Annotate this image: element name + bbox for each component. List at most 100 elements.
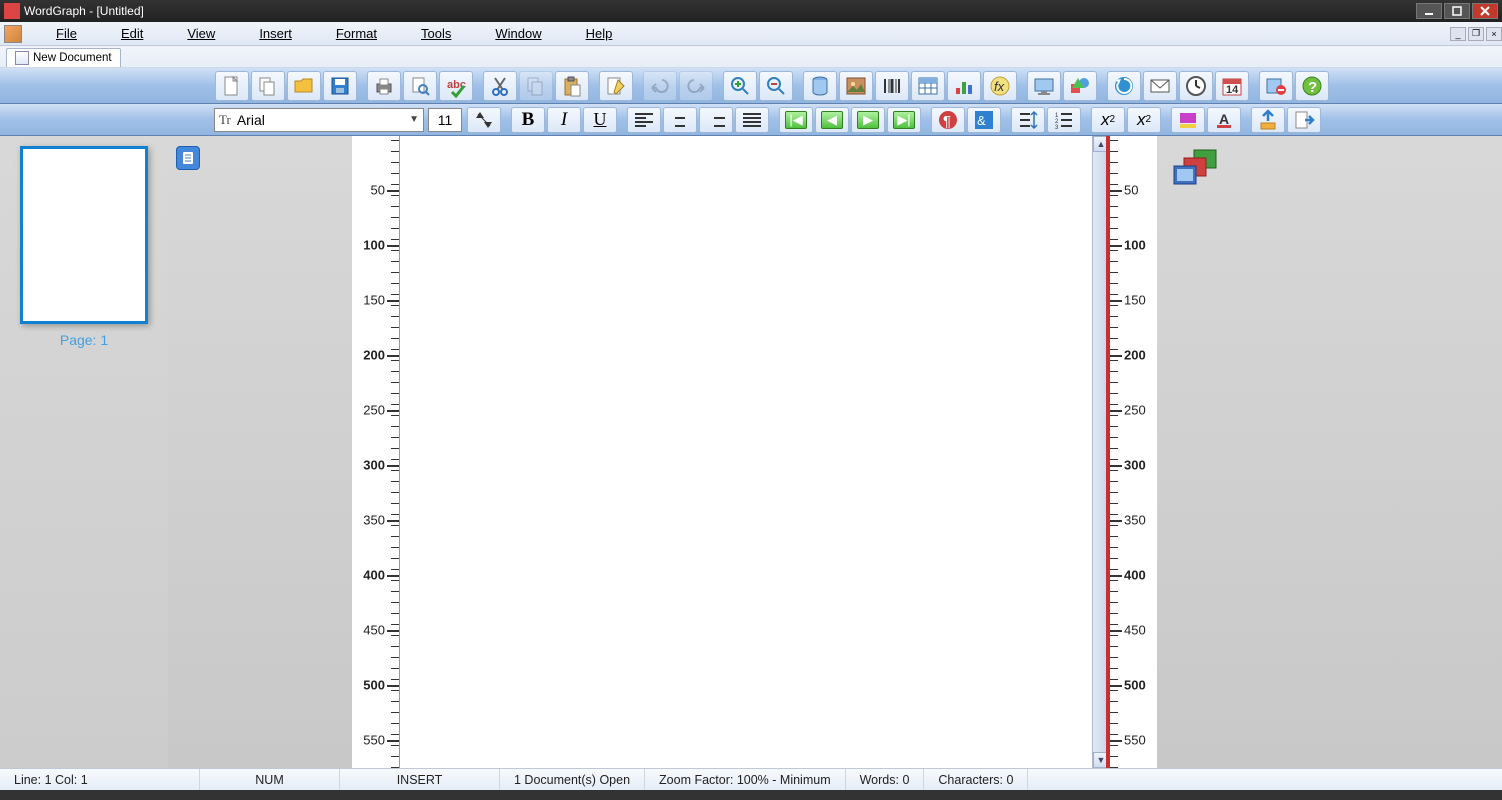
minimize-button[interactable]	[1416, 3, 1442, 19]
export-button[interactable]	[1287, 107, 1321, 133]
shapes-button[interactable]	[1063, 71, 1097, 101]
menu-window[interactable]: Window	[481, 23, 571, 44]
move-next-button[interactable]: ▶	[851, 107, 885, 133]
mdi-minimize-button[interactable]: _	[1450, 27, 1466, 41]
paste-button[interactable]	[555, 71, 589, 101]
undo-button[interactable]	[643, 71, 677, 101]
move-prev-button[interactable]: ◀	[815, 107, 849, 133]
ruler-label: 550	[363, 733, 385, 748]
document-tab-bar: New Document	[0, 46, 1502, 68]
app-icon	[4, 3, 20, 19]
italic-button[interactable]: I	[547, 107, 581, 133]
open-button[interactable]	[287, 71, 321, 101]
page-thumbnails-panel: Page: 1	[0, 136, 168, 768]
mail-button[interactable]	[1143, 71, 1177, 101]
print-preview-button[interactable]	[403, 71, 437, 101]
menu-tools[interactable]: Tools	[407, 23, 481, 44]
font-family-value: Arial	[237, 112, 265, 128]
ruler-label: 400	[363, 568, 385, 583]
clipboard-icon[interactable]	[176, 146, 200, 170]
calendar-button[interactable]: 14	[1215, 71, 1249, 101]
align-right-button[interactable]	[699, 107, 733, 133]
barcode-button[interactable]	[875, 71, 909, 101]
copy-button[interactable]	[251, 71, 285, 101]
right-gutter	[1157, 136, 1502, 768]
page-thumbnail[interactable]	[20, 146, 148, 324]
menu-insert[interactable]: Insert	[245, 23, 322, 44]
cut-button[interactable]	[483, 71, 517, 101]
image-button[interactable]	[839, 71, 873, 101]
paragraph-mark-button[interactable]: ¶	[931, 107, 965, 133]
help-button[interactable]: ?	[1295, 71, 1329, 101]
font-size-field[interactable]: 11	[428, 108, 462, 132]
line-spacing-button[interactable]	[1011, 107, 1045, 133]
ruler-label: 200	[363, 348, 385, 363]
bold-button[interactable]: B	[511, 107, 545, 133]
menu-view[interactable]: View	[173, 23, 245, 44]
move-first-button[interactable]: |◀	[779, 107, 813, 133]
zoom-out-button[interactable]	[759, 71, 793, 101]
screen-button[interactable]	[1027, 71, 1061, 101]
ruler-label: 100	[363, 238, 385, 253]
font-type-icon: Tr	[219, 112, 231, 128]
copy2-button[interactable]	[519, 71, 553, 101]
page-thumbnail-label: Page: 1	[10, 332, 158, 348]
menu-help[interactable]: Help	[572, 23, 643, 44]
font-size-arrows-button[interactable]	[467, 107, 501, 133]
svg-text:14: 14	[1226, 84, 1239, 96]
highlight-button[interactable]	[1171, 107, 1205, 133]
redo-button[interactable]	[679, 71, 713, 101]
numbered-list-button[interactable]: 123	[1047, 107, 1081, 133]
ruler-label: 500	[1124, 678, 1146, 693]
ruler-label: 500	[363, 678, 385, 693]
database-button[interactable]	[803, 71, 837, 101]
menu-edit[interactable]: Edit	[107, 23, 173, 44]
align-center-button[interactable]	[663, 107, 697, 133]
reload-button[interactable]	[1107, 71, 1141, 101]
save-button[interactable]	[323, 71, 357, 101]
app-logo-icon	[4, 25, 22, 43]
ruler-label: 400	[1124, 568, 1146, 583]
move-last-button[interactable]: ▶|	[887, 107, 921, 133]
edit-button[interactable]	[599, 71, 633, 101]
close-doc-button[interactable]	[1259, 71, 1293, 101]
ruler-label: 200	[1124, 348, 1146, 363]
windows-stack-icon[interactable]	[1172, 148, 1220, 190]
special-char-button[interactable]: &	[967, 107, 1001, 133]
svg-text:?: ?	[1308, 79, 1317, 96]
align-left-button[interactable]	[627, 107, 661, 133]
menu-format[interactable]: Format	[322, 23, 407, 44]
document-icon	[15, 51, 29, 65]
print-button[interactable]	[367, 71, 401, 101]
superscript-button[interactable]: x2	[1091, 107, 1125, 133]
ruler-label: 250	[363, 403, 385, 418]
upload-button[interactable]	[1251, 107, 1285, 133]
underline-button[interactable]: U	[583, 107, 617, 133]
new-button[interactable]	[215, 71, 249, 101]
document-tab[interactable]: New Document	[6, 48, 121, 67]
align-justify-button[interactable]	[735, 107, 769, 133]
ruler-label: 50	[1124, 183, 1138, 198]
mdi-restore-button[interactable]: ❐	[1468, 27, 1484, 41]
ruler-label: 300	[1124, 458, 1146, 473]
zoom-in-button[interactable]	[723, 71, 757, 101]
ruler-margin-indicator	[1106, 136, 1110, 768]
chart-button[interactable]	[947, 71, 981, 101]
table-button[interactable]	[911, 71, 945, 101]
function-button[interactable]: fx	[983, 71, 1017, 101]
status-line-col: Line: 1 Col: 1	[0, 769, 200, 790]
font-family-select[interactable]: Tr Arial ▼	[214, 108, 424, 132]
status-chars: Characters: 0	[924, 769, 1028, 790]
close-button[interactable]	[1472, 3, 1498, 19]
svg-text:A: A	[1219, 111, 1229, 127]
spellcheck-button[interactable]: abc	[439, 71, 473, 101]
maximize-button[interactable]	[1444, 3, 1470, 19]
font-color-button[interactable]: A	[1207, 107, 1241, 133]
page-canvas[interactable]	[400, 136, 1092, 768]
workspace: Page: 1 50100150200250300350400450500550…	[0, 136, 1502, 768]
clock-button[interactable]	[1179, 71, 1213, 101]
ruler-label: 50	[371, 183, 385, 198]
menu-file[interactable]: File	[42, 23, 107, 44]
subscript-button[interactable]: x2	[1127, 107, 1161, 133]
mdi-close-button[interactable]: ×	[1486, 27, 1502, 41]
